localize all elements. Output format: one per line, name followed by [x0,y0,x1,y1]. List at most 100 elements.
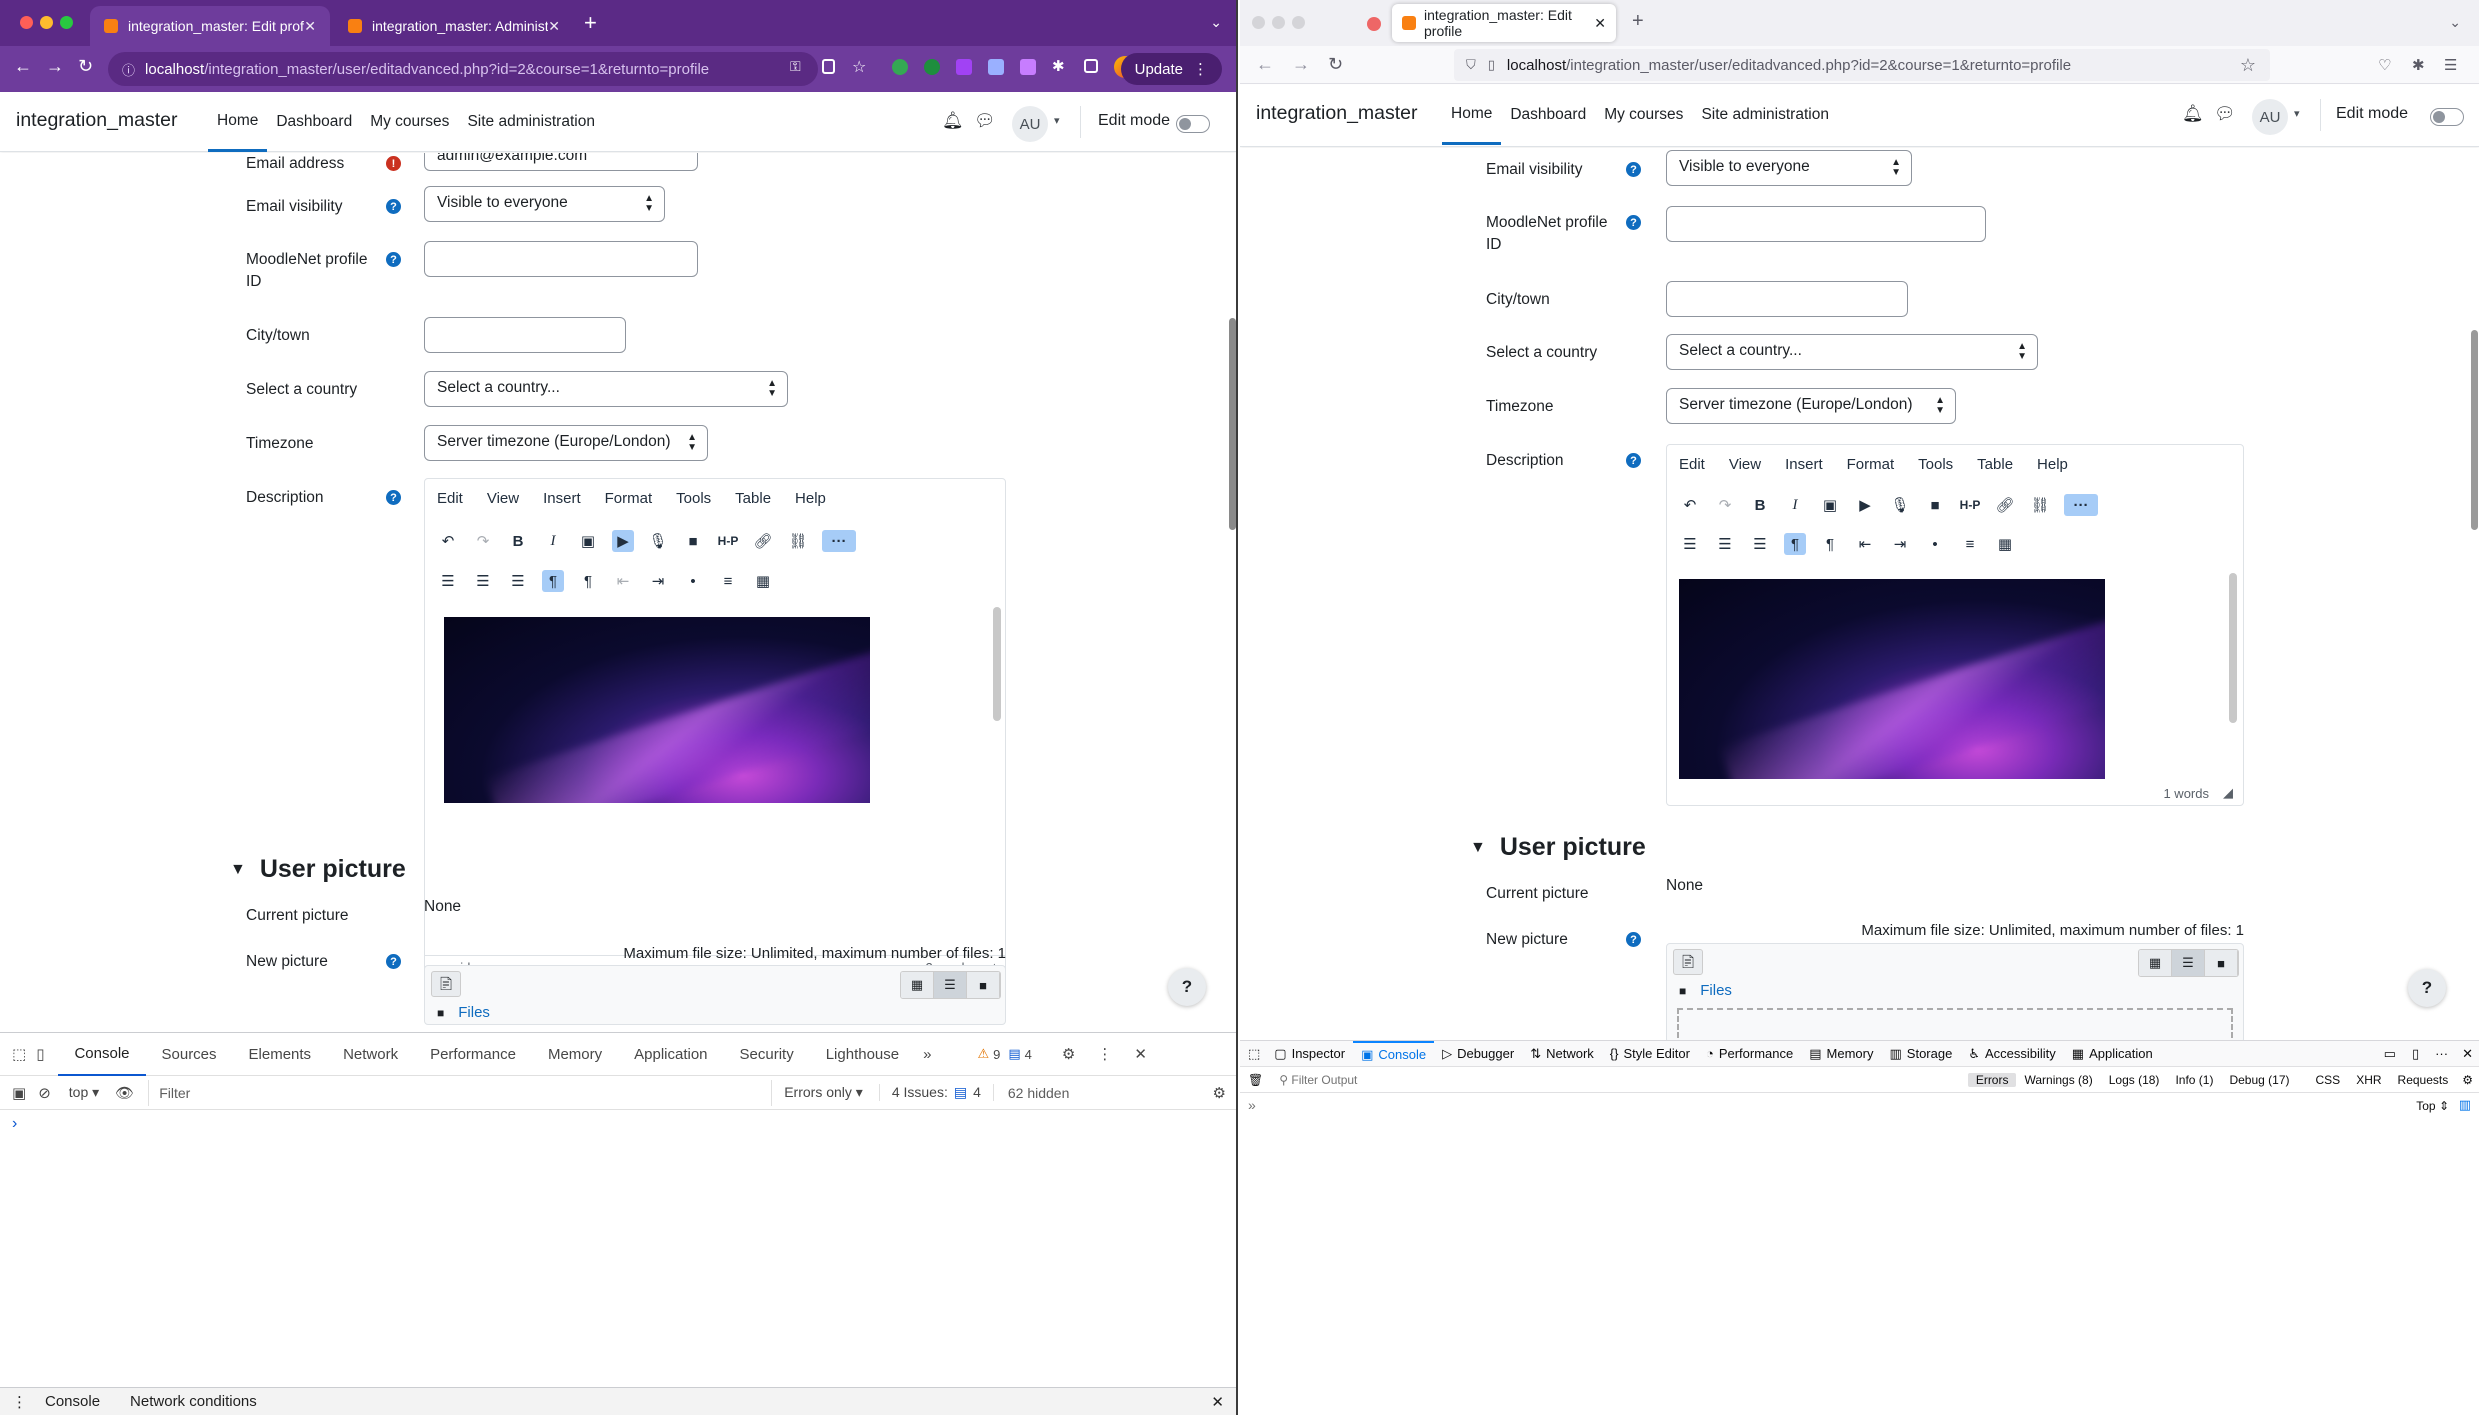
email-visibility-select[interactable]: Visible to everyone ▲ ▼ [1666,150,1912,186]
close-window-icon[interactable] [20,16,33,29]
console-filter-input[interactable]: Filter [148,1079,773,1106]
editor-menu-view[interactable]: View [487,490,519,507]
new-tab-icon[interactable]: + [1632,10,1644,33]
chevron-down-icon[interactable]: ▾ [1054,114,1060,127]
nav-my-courses[interactable]: My courses [361,92,458,152]
clear-console-icon[interactable]: ⊘ [38,1084,51,1102]
numbered-list-icon[interactable]: ≡ [1959,533,1981,555]
chrome-tab-administration[interactable]: integration_master: Administra ✕ [334,6,574,46]
devtools-tab-inspector[interactable]: ▢ Inspector [1266,1041,1353,1067]
nav-my-courses[interactable]: My courses [1595,85,1692,145]
undo-icon[interactable]: ↶ [1679,494,1701,516]
link-icon[interactable]: 🔗︎ [752,530,774,552]
page-info-icon[interactable]: ▯ [1488,57,1495,73]
editor-scrollbar[interactable] [2229,573,2237,723]
edit-mode-toggle[interactable] [2430,108,2464,126]
video-camera-icon[interactable]: ■ [682,530,704,552]
evaluation-context-selector[interactable]: Top ⇕ [2416,1099,2449,1113]
devtools-tab-lighthouse[interactable]: Lighthouse [810,1033,915,1076]
hamburger-menu-icon[interactable]: ☰ [2444,56,2457,74]
devtools-tab-application[interactable]: ▦ Application [2064,1041,2161,1067]
maximize-window-icon[interactable] [60,16,73,29]
help-icon[interactable]: ? [1626,215,1641,230]
device-toolbar-icon[interactable]: ▯ [36,1045,44,1063]
indent-icon[interactable]: ⇥ [647,570,669,592]
page-help-button[interactable]: ? [1168,968,1206,1006]
ltr-icon[interactable]: ¶ [1784,533,1806,555]
editor-scrollbar[interactable] [993,607,1001,721]
list-view-icon[interactable]: ☰ [2172,950,2205,976]
grid-view-icon[interactable]: ▦ [2139,950,2172,976]
editor-menu-table[interactable]: Table [735,490,771,507]
close-devtools-icon[interactable]: ✕ [2462,1046,2473,1062]
bold-icon[interactable]: B [1749,494,1771,516]
editor-menu-format[interactable]: Format [1847,456,1895,473]
console-settings-gear-icon[interactable]: ⚙ [1213,1084,1226,1102]
devtools-tab-console[interactable]: Console [58,1033,146,1076]
minimize-window-icon[interactable] [40,16,53,29]
devtools-tab-style-editor[interactable]: {} Style Editor [1602,1041,1698,1067]
tree-view-icon[interactable]: ■ [967,972,1000,998]
split-console-icon[interactable]: ▭ [2384,1046,2396,1062]
editor-menu-view[interactable]: View [1729,456,1761,473]
key-icon[interactable]: ⚿ [790,58,806,74]
help-icon[interactable]: ? [1626,453,1641,468]
sidebar-toggle-icon[interactable]: ▣ [12,1084,26,1102]
settings-gear-icon[interactable]: ⚙ [1062,1045,1075,1063]
italic-icon[interactable]: I [542,530,564,552]
page-scrollbar[interactable] [1229,318,1236,530]
more-tools-icon[interactable]: ··· [2064,494,2098,516]
console-prompt[interactable]: › [12,1115,17,1133]
user-avatar[interactable]: AU [2252,99,2288,135]
shield-icon[interactable]: ⛉ [1466,57,1476,73]
bookmark-star-icon[interactable]: ☆ [2240,55,2256,76]
redo-icon[interactable]: ↷ [1714,494,1736,516]
extension-blue-icon[interactable] [988,59,1004,75]
align-left-icon[interactable]: ☰ [1679,533,1701,555]
help-icon[interactable]: ? [386,252,401,267]
nav-home[interactable]: Home [208,92,268,152]
add-file-icon[interactable]: 📄︎ [1673,949,1703,975]
align-center-icon[interactable]: ☰ [1714,533,1736,555]
files-breadcrumb[interactable]: ■ Files [1679,982,1732,999]
table-icon[interactable]: ▦ [752,570,774,592]
align-right-icon[interactable]: ☰ [1749,533,1771,555]
close-drawer-icon[interactable]: ✕ [1211,1393,1224,1411]
reload-icon[interactable]: ↻ [1328,54,1343,75]
file-drop-zone[interactable] [1677,1008,2233,1038]
extension-purple-icon[interactable] [1020,59,1036,75]
messages-chat-icon[interactable]: 💬︎ [974,111,996,131]
log-levels-dropdown[interactable]: Errors only ▾ [784,1084,863,1101]
back-arrow-icon[interactable]: ← [1256,54,1274,75]
editor-menu-insert[interactable]: Insert [543,490,581,507]
devtools-tab-accessibility[interactable]: ♿︎ Accessibility [1960,1041,2063,1067]
list-view-icon[interactable]: ☰ [934,972,967,998]
close-tab-icon[interactable]: ✕ [304,18,316,35]
page-scrollbar[interactable] [2471,330,2478,530]
filter-css[interactable]: CSS [2308,1073,2349,1087]
devtools-tab-performance[interactable]: Performance [414,1033,532,1076]
devtools-tab-network[interactable]: Network [327,1033,414,1076]
kebab-menu-icon[interactable]: ⋮ [1097,1045,1112,1063]
media-icon[interactable]: ▶ [612,530,634,552]
email-field[interactable]: admin@example.com [424,153,698,171]
bullet-list-icon[interactable]: • [682,570,704,592]
moodlenet-profile-field[interactable] [1666,206,1986,242]
filter-warnings[interactable]: Warnings (8) [2016,1073,2100,1087]
align-right-icon[interactable]: ☰ [507,570,529,592]
close-tab-icon[interactable]: ✕ [1594,15,1606,32]
close-tab-icon[interactable]: ✕ [548,18,560,35]
messages-chat-icon[interactable]: 💬︎ [2214,104,2236,124]
timezone-select[interactable]: Server timezone (Europe/London) ▲ ▼ [424,425,708,461]
notifications-bell-icon[interactable]: 🔔︎ [942,111,964,131]
edit-mode-toggle[interactable] [1176,115,1210,133]
devtools-tab-application[interactable]: Application [618,1033,723,1076]
issues-button[interactable]: 4 Issues: ▤ 4 [878,1084,994,1101]
devtools-tab-performance[interactable]: ◔ Performance [1698,1041,1801,1067]
extension-grammar-icon[interactable] [924,59,940,75]
dock-options-icon[interactable]: ▯ [2412,1046,2419,1062]
minimize-window-icon[interactable] [1272,16,1285,29]
filter-requests[interactable]: Requests [2390,1073,2457,1087]
nav-site-administration[interactable]: Site administration [1692,85,1838,145]
extension-green-icon[interactable] [892,59,908,75]
